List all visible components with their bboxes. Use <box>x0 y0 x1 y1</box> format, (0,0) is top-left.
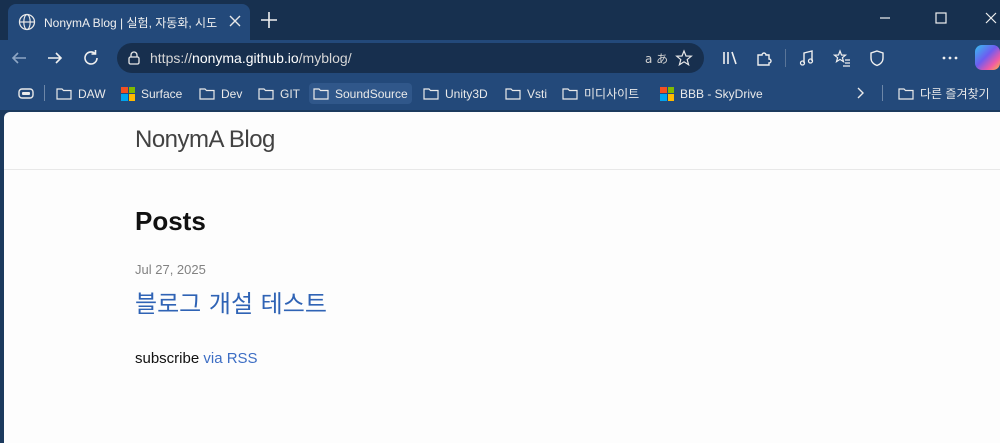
reload-icon[interactable] <box>81 48 101 68</box>
url-text[interactable]: https://nonyma.github.io/myblog/ <box>150 50 352 66</box>
favorite-label: DAW <box>78 86 106 101</box>
folder-icon <box>199 88 215 100</box>
favorite-item-dev[interactable]: Dev <box>199 83 242 104</box>
web-page: NonymA Blog Posts Jul 27, 2025 블로그 개설 테스… <box>4 112 1000 443</box>
subscribe-line: subscribe via RSS <box>135 350 258 367</box>
favorite-label: Unity3D <box>445 86 488 101</box>
shield-icon[interactable] <box>868 49 886 67</box>
chevron-right-icon[interactable] <box>853 86 867 100</box>
favorites-list-icon[interactable] <box>833 49 851 67</box>
post-date: Jul 27, 2025 <box>135 262 206 277</box>
favorite-label: 다른 즐겨찾기 <box>920 87 990 101</box>
post-title-link[interactable]: 블로그 개설 테스트 <box>135 284 327 319</box>
favorite-item-vsti[interactable]: Vsti <box>505 83 547 104</box>
folder-icon <box>505 88 521 100</box>
favorite-label: BBB - SkyDrive <box>680 86 763 101</box>
microsoft-logo-icon <box>121 86 135 101</box>
browser-essentials-icon[interactable] <box>720 49 738 67</box>
favorite-label: Surface <box>141 86 183 101</box>
subscribe-text: subscribe <box>135 350 204 367</box>
favorite-item-unity3d[interactable]: Unity3D <box>423 83 488 104</box>
favorites-divider <box>882 85 883 101</box>
site-header: NonymA Blog <box>4 112 1000 170</box>
media-control-icon[interactable] <box>798 49 816 67</box>
new-tab-icon[interactable] <box>258 9 280 31</box>
favorite-item-midi-sites[interactable]: 미디사이트 <box>562 83 639 104</box>
favorite-label: Vsti <box>527 86 548 101</box>
active-tab[interactable]: NonymA Blog | 실험, 자동화, 시도 <box>8 4 250 40</box>
favorite-item-surface[interactable]: Surface <box>121 83 182 104</box>
favorite-label: 미디사이트 <box>584 87 640 101</box>
site-title-link[interactable]: NonymA Blog <box>135 126 275 154</box>
favorites-divider <box>44 85 45 101</box>
folder-icon <box>313 88 329 100</box>
folder-icon <box>423 88 439 100</box>
copilot-icon[interactable] <box>975 45 1000 70</box>
url-scheme: https:// <box>150 50 193 66</box>
favorite-item-bbb-skydrive[interactable]: BBB - SkyDrive <box>660 83 763 104</box>
url-host: nonyma.github.io <box>192 50 299 66</box>
favorite-item-git[interactable]: GIT <box>258 83 300 104</box>
posts-heading: Posts <box>135 206 206 236</box>
tab-title: NonymA Blog | 실험, 자동화, 시도 <box>44 16 218 30</box>
title-bar: NonymA Blog | 실험, 자동화, 시도 <box>0 0 1000 40</box>
back-arrow-icon[interactable] <box>9 48 29 68</box>
address-bar[interactable]: https://nonyma.github.io/myblog/ a あ <box>117 43 704 73</box>
read-aloud-icon[interactable]: a あ <box>645 50 668 67</box>
favorite-item-soundsource[interactable]: SoundSource <box>309 83 412 104</box>
maximize-icon[interactable] <box>918 0 964 36</box>
folder-icon <box>898 88 914 100</box>
browser-toolbar: https://nonyma.github.io/myblog/ a あ <box>0 40 1000 110</box>
folder-icon <box>562 88 578 100</box>
favorite-star-icon[interactable] <box>675 49 693 67</box>
close-tab-icon[interactable] <box>228 14 242 28</box>
extensions-icon[interactable] <box>755 49 773 67</box>
favorites-bar: DAW Surface Dev GIT SoundSource Unity3D … <box>0 76 1000 110</box>
more-options-icon[interactable] <box>941 49 959 67</box>
close-window-icon[interactable] <box>968 0 1000 36</box>
rss-link[interactable]: via RSS <box>203 350 257 367</box>
minimize-icon[interactable] <box>862 0 908 36</box>
url-path: /myblog/ <box>298 50 352 66</box>
favorite-label: Dev <box>221 86 243 101</box>
favorite-item-other-favorites[interactable]: 다른 즐겨찾기 <box>898 83 990 104</box>
toolbar-divider <box>785 49 786 67</box>
favorite-item-daw[interactable]: DAW <box>56 83 106 104</box>
favorite-label: SoundSource <box>335 86 408 101</box>
globe-icon <box>18 13 36 31</box>
folder-icon <box>56 88 72 100</box>
forward-arrow-icon[interactable] <box>45 48 65 68</box>
microsoft-logo-icon <box>660 86 674 101</box>
lock-icon[interactable] <box>126 50 142 66</box>
favorite-label: GIT <box>280 86 300 101</box>
folder-icon <box>258 88 274 100</box>
tab-actions-icon[interactable] <box>18 87 34 100</box>
